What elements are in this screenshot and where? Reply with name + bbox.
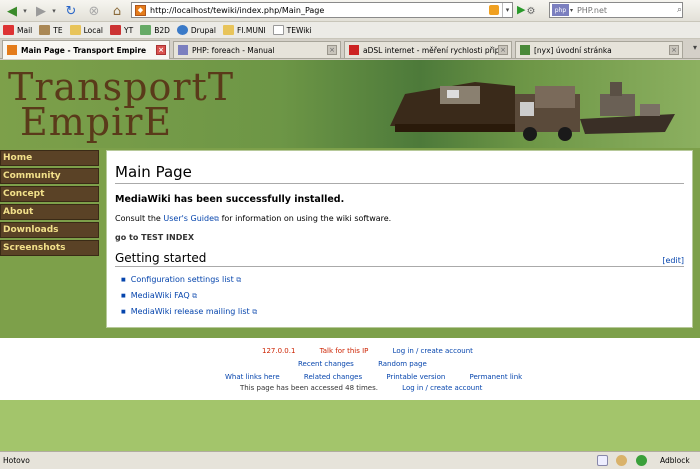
adsl-icon: [349, 45, 359, 55]
back-dropdown-icon[interactable]: ▾: [20, 2, 30, 20]
transport-banner-image: [390, 82, 675, 141]
address-bar[interactable]: ◆ http://localhost/tewiki/index.php/Main…: [131, 2, 513, 18]
list-item: MediaWiki FAQ ⧉: [121, 291, 684, 301]
nav-concept[interactable]: Concept: [0, 186, 99, 202]
youtube-icon: [110, 25, 122, 35]
article-content: Main Page MediaWiki has been successfull…: [106, 150, 693, 328]
page-info-icon[interactable]: [597, 455, 608, 466]
bookmark-fi-muni[interactable]: FI.MUNI: [222, 25, 266, 35]
page-footer: 127.0.0.1 Talk for this IP Log in / crea…: [0, 338, 700, 400]
site-favicon-icon: [7, 45, 17, 55]
adblock-label[interactable]: Adblock: [660, 456, 690, 465]
tab-main-page[interactable]: Main Page - Transport Empire ×: [2, 40, 170, 59]
php-icon: [178, 45, 188, 55]
site-header: TransportT EmpirE: [0, 60, 700, 148]
status-bar: Hotovo Adblock: [0, 451, 700, 469]
close-tab-icon[interactable]: ×: [669, 45, 679, 55]
mediawiki-faq-link[interactable]: MediaWiki FAQ: [131, 291, 190, 300]
access-count-text: This page has been accessed 48 times.: [240, 384, 378, 392]
search-engine-icon[interactable]: php: [552, 4, 569, 16]
tab-nyx[interactable]: [nyx] úvodní stránka ×: [515, 41, 683, 58]
nav-home[interactable]: Home: [0, 150, 99, 166]
smiley-icon[interactable]: [616, 455, 627, 466]
rss-feed-icon[interactable]: [489, 5, 499, 15]
forward-dropdown-icon[interactable]: ▾: [49, 2, 59, 20]
forward-icon[interactable]: ▶: [32, 2, 50, 20]
status-text: Hotovo: [3, 456, 30, 465]
bookmark-tewiki[interactable]: TEWiki: [272, 25, 312, 35]
nav-community[interactable]: Community: [0, 168, 99, 184]
ip-link[interactable]: 127.0.0.1: [262, 347, 295, 355]
stop-icon[interactable]: ⊗: [85, 2, 103, 20]
list-item: MediaWiki release mailing list ⧉: [121, 307, 684, 317]
te-icon: [39, 25, 51, 35]
nyx-icon: [520, 45, 530, 55]
nav-downloads[interactable]: Downloads: [0, 222, 99, 238]
tab-bar: Main Page - Transport Empire × PHP: fore…: [0, 39, 700, 59]
external-link-icon: ⧉: [236, 276, 242, 284]
tab-php-foreach[interactable]: PHP: foreach - Manual ×: [173, 41, 341, 58]
external-link-icon: ⧉: [214, 215, 220, 223]
close-tab-icon[interactable]: ×: [498, 45, 508, 55]
bookmark-drupal[interactable]: Drupal: [176, 25, 216, 35]
page-icon: [272, 25, 284, 35]
folder-icon: [222, 25, 234, 35]
close-tab-icon[interactable]: ×: [327, 45, 337, 55]
section-heading: Getting started [edit]: [115, 251, 684, 267]
site-logo[interactable]: TransportT EmpirE: [8, 68, 234, 141]
search-icon[interactable]: ⌕: [677, 5, 682, 15]
talk-link[interactable]: Talk for this IP: [320, 347, 369, 355]
nav-about[interactable]: About: [0, 204, 99, 220]
bookmark-b2d[interactable]: B2D: [140, 25, 170, 35]
printable-version-link[interactable]: Printable version: [386, 373, 445, 381]
getting-started-list: Configuration settings list ⧉ MediaWiki …: [115, 275, 684, 317]
extension-icon[interactable]: ⚙: [522, 2, 540, 20]
list-item: Configuration settings list ⧉: [121, 275, 684, 285]
related-changes-link[interactable]: Related changes: [304, 373, 362, 381]
b2d-icon: [140, 25, 152, 35]
check-icon[interactable]: [636, 455, 647, 466]
mailing-list-link[interactable]: MediaWiki release mailing list: [131, 307, 250, 316]
external-link-icon: ⧉: [192, 292, 198, 300]
config-settings-link[interactable]: Configuration settings list: [131, 275, 234, 284]
edit-section-link[interactable]: [edit]: [662, 256, 684, 265]
drupal-icon: [176, 25, 188, 35]
back-icon[interactable]: ◀: [3, 2, 21, 20]
bookmarks-toolbar: Mail TE Local YT B2D Drupal FI.MUNI TEWi…: [0, 22, 700, 39]
what-links-here-link[interactable]: What links here: [225, 373, 280, 381]
close-tab-icon[interactable]: ×: [156, 45, 166, 55]
bookmark-mail[interactable]: Mail: [3, 25, 32, 35]
nav-screenshots[interactable]: Screenshots: [0, 240, 99, 256]
permanent-link[interactable]: Permanent link: [470, 373, 523, 381]
folder-icon: [69, 25, 81, 35]
bookmark-te[interactable]: TE: [39, 25, 63, 35]
tab-list-icon[interactable]: ▾: [693, 43, 697, 52]
consult-paragraph: Consult the User's Guide⧉ for informatio…: [115, 214, 392, 223]
recent-changes-link[interactable]: Recent changes: [298, 360, 354, 368]
home-icon[interactable]: ⌂: [108, 2, 126, 20]
external-link-icon: ⧉: [252, 308, 258, 316]
install-message: MediaWiki has been successfully installe…: [115, 194, 345, 205]
search-engine-dropdown-icon[interactable]: ▾: [570, 7, 573, 14]
login-link[interactable]: Log in / create account: [393, 347, 473, 355]
site-favicon-icon: ◆: [135, 4, 146, 16]
random-page-link[interactable]: Random page: [378, 360, 427, 368]
web-page: TransportT EmpirE Home Community Concept: [0, 60, 700, 451]
search-input[interactable]: [576, 5, 677, 15]
page-title: Main Page: [115, 163, 684, 184]
bookmark-local[interactable]: Local: [69, 25, 103, 35]
url-history-dropdown-icon[interactable]: ▾: [502, 3, 512, 17]
site-nav: Home Community Concept About Downloads S…: [0, 150, 100, 258]
users-guide-link[interactable]: User's Guide: [163, 214, 214, 223]
tab-adsl[interactable]: aDSL internet - měření rychlosti připoj.…: [344, 41, 512, 58]
navigation-toolbar: ◀ ▾ ▶ ▾ ↻ ⊗ ⌂ ◆ http://localhost/tewiki/…: [0, 0, 700, 22]
login-link-2[interactable]: Log in / create account: [402, 384, 482, 392]
bookmark-yt[interactable]: YT: [110, 25, 133, 35]
reload-icon[interactable]: ↻: [62, 2, 80, 20]
page-bottom-band: [0, 400, 700, 451]
test-index-link[interactable]: go to TEST INDEX: [115, 233, 684, 242]
search-box[interactable]: php ▾ ⌕: [549, 2, 683, 18]
url-text[interactable]: http://localhost/tewiki/index.php/Main_P…: [150, 6, 489, 15]
mail-icon: [3, 25, 14, 35]
